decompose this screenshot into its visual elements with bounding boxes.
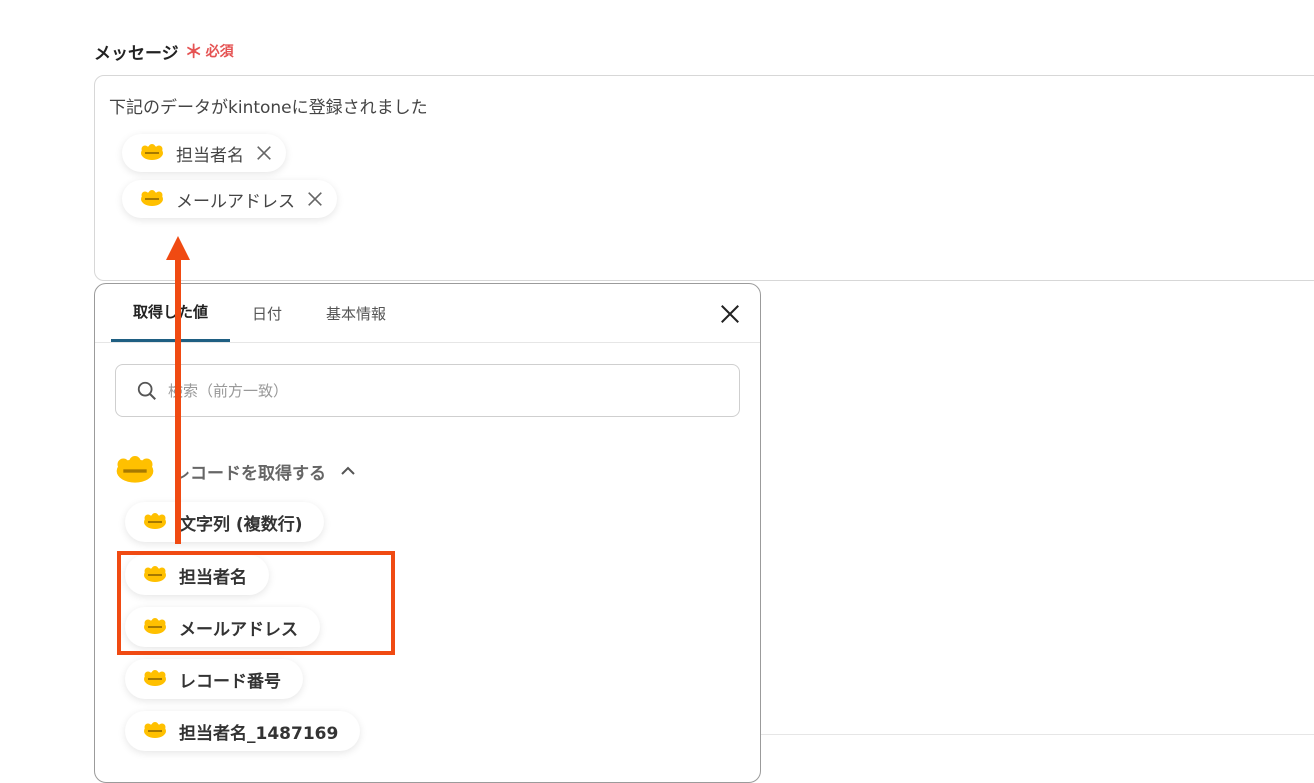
chevron-up-icon — [341, 466, 355, 475]
search-box[interactable] — [115, 364, 740, 417]
close-icon[interactable] — [305, 189, 325, 209]
list-item-label: 担当者名_1487169 — [179, 723, 339, 744]
kintone-logo-icon — [115, 456, 155, 486]
group-header[interactable]: レコードを取得する — [115, 456, 356, 486]
close-panel-button[interactable] — [718, 302, 742, 326]
list-item[interactable]: 文字列 (複数行) — [125, 502, 325, 542]
message-textarea[interactable]: 下記のデータがkintoneに登録されました 担当者名 メールアドレス — [94, 75, 1314, 281]
highlight-box — [117, 551, 395, 655]
message-chip-email[interactable]: メールアドレス — [122, 180, 337, 218]
tab-date[interactable]: 日付 — [230, 284, 304, 342]
kintone-logo-icon — [140, 144, 164, 162]
chip-label: 担当者名 — [176, 145, 244, 166]
search-icon — [137, 381, 156, 400]
tab-basic-info[interactable]: 基本情報 — [304, 284, 408, 342]
close-icon[interactable] — [254, 143, 274, 163]
list-item[interactable]: 担当者名_1487169 — [125, 711, 361, 751]
list-item-label: レコード番号 — [179, 671, 281, 692]
kintone-logo-icon — [143, 722, 167, 740]
message-text: 下記のデータがkintoneに登録されました — [109, 98, 428, 118]
kintone-logo-icon — [140, 190, 164, 208]
field-label-text: メッセージ — [94, 43, 179, 64]
arrow-up-icon — [166, 236, 190, 544]
value-picker-panel: 取得した値 日付 基本情報 レコードを取得する 文字列 (複数行) 担当者名 メ… — [94, 283, 761, 783]
required-mark: ＊ — [184, 42, 203, 63]
tab-divider — [95, 342, 760, 343]
field-label: メッセージ ＊ 必須 — [94, 38, 234, 64]
group-title: レコードを取得する — [173, 463, 326, 484]
kintone-logo-icon — [143, 670, 167, 688]
required-text: 必須 — [205, 44, 234, 60]
tab-bar: 取得した値 日付 基本情報 — [111, 284, 408, 342]
divider — [761, 734, 1314, 735]
search-input[interactable] — [166, 380, 710, 401]
close-icon — [721, 305, 739, 323]
list-item[interactable]: レコード番号 — [125, 659, 303, 699]
list-item-label: 文字列 (複数行) — [179, 514, 303, 535]
chip-label: メールアドレス — [176, 191, 295, 212]
message-chip-assignee[interactable]: 担当者名 — [122, 134, 286, 172]
